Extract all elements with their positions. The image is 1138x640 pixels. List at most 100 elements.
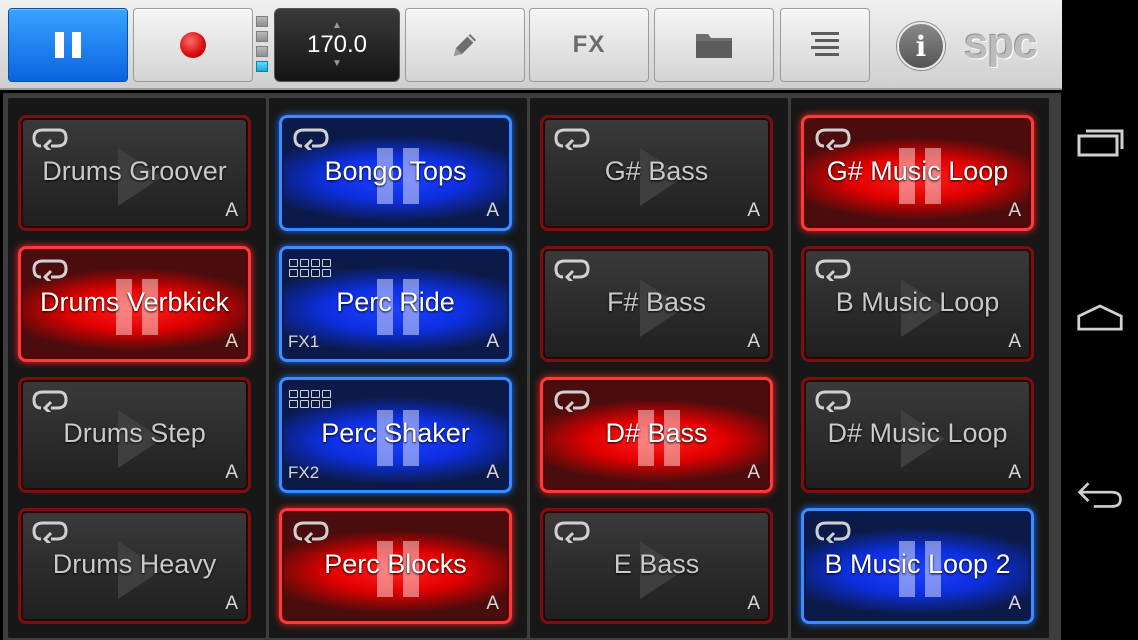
pause-icon <box>55 32 81 58</box>
pad-grid: Drums Groover A Drums Verbkick A Drums Step A… <box>3 93 1061 640</box>
pad-name: Drums Step <box>63 418 206 448</box>
pad-page-indicator[interactable] <box>256 16 268 72</box>
sample-pad[interactable]: B Music Loop 2 A <box>801 508 1034 624</box>
pad-slot-label: A <box>1008 331 1021 352</box>
pad-name: E Bass <box>613 549 700 579</box>
pad-name: Perc Ride <box>336 287 455 317</box>
pad-name: Drums Verbkick <box>39 287 230 317</box>
loop-icon <box>554 390 590 412</box>
pad-name: F# Bass <box>606 287 707 317</box>
loop-icon <box>815 128 851 150</box>
pad-slot-label: A <box>225 462 238 483</box>
loop-icon <box>32 390 68 412</box>
pad-name: B Music Loop 2 <box>824 549 1011 579</box>
tempo-control[interactable]: ▲ 170.0 ▼ <box>274 8 400 82</box>
sample-pad[interactable]: Bongo Tops A <box>279 115 512 231</box>
page-led-2 <box>256 31 268 42</box>
sample-pad[interactable]: Perc Shaker FX2 A <box>279 377 512 493</box>
android-nav-bar <box>1062 0 1138 640</box>
pad-name: B Music Loop <box>835 287 1000 317</box>
home-icon <box>1077 304 1123 331</box>
fx-label: FX <box>572 31 606 58</box>
pad-slot-label: A <box>747 331 760 352</box>
sample-pad[interactable]: Perc Blocks A <box>279 508 512 624</box>
loop-icon <box>554 259 590 281</box>
pad-fx-label: FX1 <box>288 332 320 351</box>
pad-slot-label: A <box>1008 593 1021 614</box>
page-led-1 <box>256 16 268 27</box>
loop-icon <box>32 259 68 281</box>
pad-column-4: G# Music Loop A B Music Loop A D# Music Loop… <box>791 98 1049 638</box>
sample-pad[interactable]: G# Music Loop A <box>801 115 1034 231</box>
pad-name: G# Bass <box>604 156 709 186</box>
pad-slot-label: A <box>747 593 760 614</box>
tempo-value: 170.0 <box>306 31 368 58</box>
info-button[interactable]: i <box>897 22 945 70</box>
pad-name: Drums Heavy <box>52 549 217 579</box>
loop-icon <box>815 259 851 281</box>
pad-slot-label: A <box>747 462 760 483</box>
pad-name: D# Bass <box>605 418 708 448</box>
pad-column-2: Bongo Tops A Perc Ride FX1 A Perc Shaker FX2 A P… <box>269 98 527 638</box>
pad-name: D# Music Loop <box>827 418 1008 448</box>
folder-icon <box>696 34 732 58</box>
sample-pad[interactable]: D# Bass A <box>540 377 773 493</box>
sample-pad[interactable]: Drums Verbkick A <box>18 246 251 362</box>
fx-button[interactable]: FX <box>529 8 649 82</box>
loop-icon <box>554 128 590 150</box>
sample-pad[interactable]: D# Music Loop A <box>801 377 1034 493</box>
sample-pad[interactable]: E Bass A <box>540 508 773 624</box>
menu-button[interactable] <box>780 8 870 82</box>
open-folder-button[interactable] <box>654 8 774 82</box>
sample-pad[interactable]: Perc Ride FX1 A <box>279 246 512 362</box>
back-icon <box>1077 482 1122 508</box>
pad-slot-label: A <box>225 331 238 352</box>
sample-pad[interactable]: F# Bass A <box>540 246 773 362</box>
pad-slot-label: A <box>1008 200 1021 221</box>
sample-pad[interactable]: Drums Step A <box>18 377 251 493</box>
list-menu-icon <box>811 32 839 56</box>
info-icon: i <box>915 29 927 63</box>
pad-name: G# Music Loop <box>826 156 1009 186</box>
pad-slot-label: A <box>747 200 760 221</box>
pad-name: Drums Groover <box>42 156 227 186</box>
edit-button[interactable] <box>405 8 525 82</box>
pattern-grid-icon <box>289 259 331 277</box>
pad-slot-label: A <box>486 462 499 483</box>
sample-pad[interactable]: B Music Loop A <box>801 246 1034 362</box>
pad-name: Bongo Tops <box>324 156 467 186</box>
pad-slot-label: A <box>486 200 499 221</box>
pencil-icon <box>454 34 476 56</box>
page-led-4 <box>256 61 268 72</box>
home-button[interactable] <box>1076 300 1124 336</box>
pause-button[interactable] <box>8 8 128 82</box>
pad-slot-label: A <box>225 593 238 614</box>
pad-name: Perc Blocks <box>324 549 467 579</box>
pad-slot-label: A <box>486 331 499 352</box>
loop-icon <box>815 390 851 412</box>
pad-fx-label: FX2 <box>288 463 320 482</box>
pad-slot-label: A <box>225 200 238 221</box>
record-button[interactable] <box>133 8 253 82</box>
pad-slot-label: A <box>486 593 499 614</box>
loop-icon <box>815 521 851 543</box>
loop-icon <box>32 521 68 543</box>
pad-slot-label: A <box>1008 462 1021 483</box>
tempo-down-icon[interactable]: ▼ <box>332 59 342 69</box>
pad-name: Perc Shaker <box>321 418 470 448</box>
loop-icon <box>32 128 68 150</box>
tempo-up-icon[interactable]: ▲ <box>332 21 342 31</box>
sample-pad[interactable]: G# Bass A <box>540 115 773 231</box>
loop-icon <box>293 128 329 150</box>
record-icon <box>180 32 206 58</box>
recent-apps-icon <box>1077 129 1124 157</box>
pattern-grid-icon <box>289 390 331 408</box>
spc-logo: spc <box>964 19 1038 68</box>
sample-pad[interactable]: Drums Heavy A <box>18 508 251 624</box>
toolbar: ▲ 170.0 ▼ FX i spc <box>0 0 1062 90</box>
loop-icon <box>554 521 590 543</box>
recent-apps-button[interactable] <box>1076 124 1124 160</box>
page-led-3 <box>256 46 268 57</box>
sample-pad[interactable]: Drums Groover A <box>18 115 251 231</box>
back-button[interactable] <box>1076 476 1124 512</box>
